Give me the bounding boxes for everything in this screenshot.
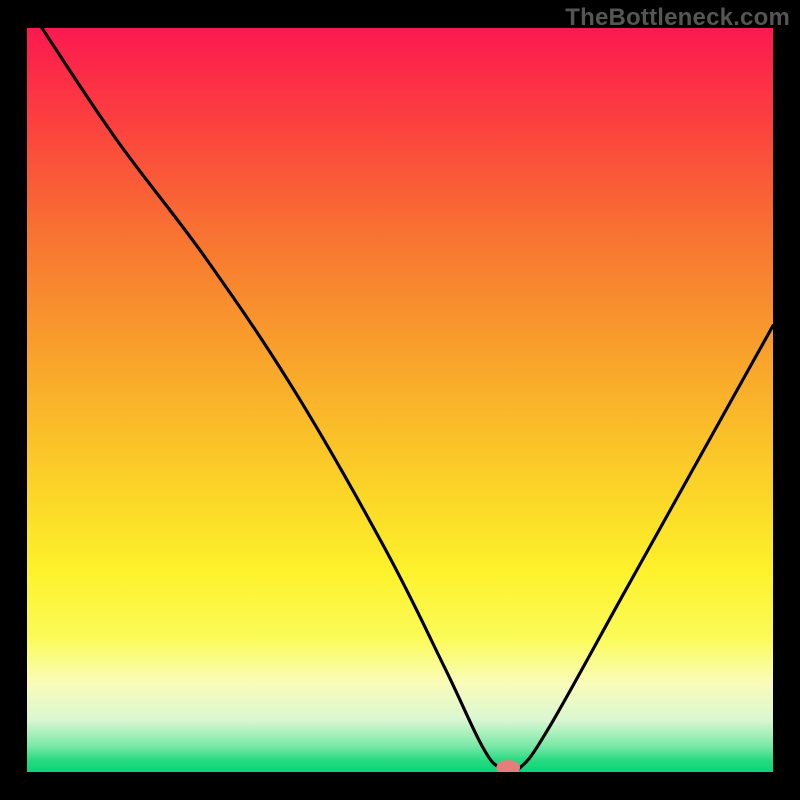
chart-frame: TheBottleneck.com <box>0 0 800 800</box>
chart-svg <box>27 28 773 772</box>
plot-area <box>27 28 773 772</box>
gradient-background <box>27 28 773 772</box>
